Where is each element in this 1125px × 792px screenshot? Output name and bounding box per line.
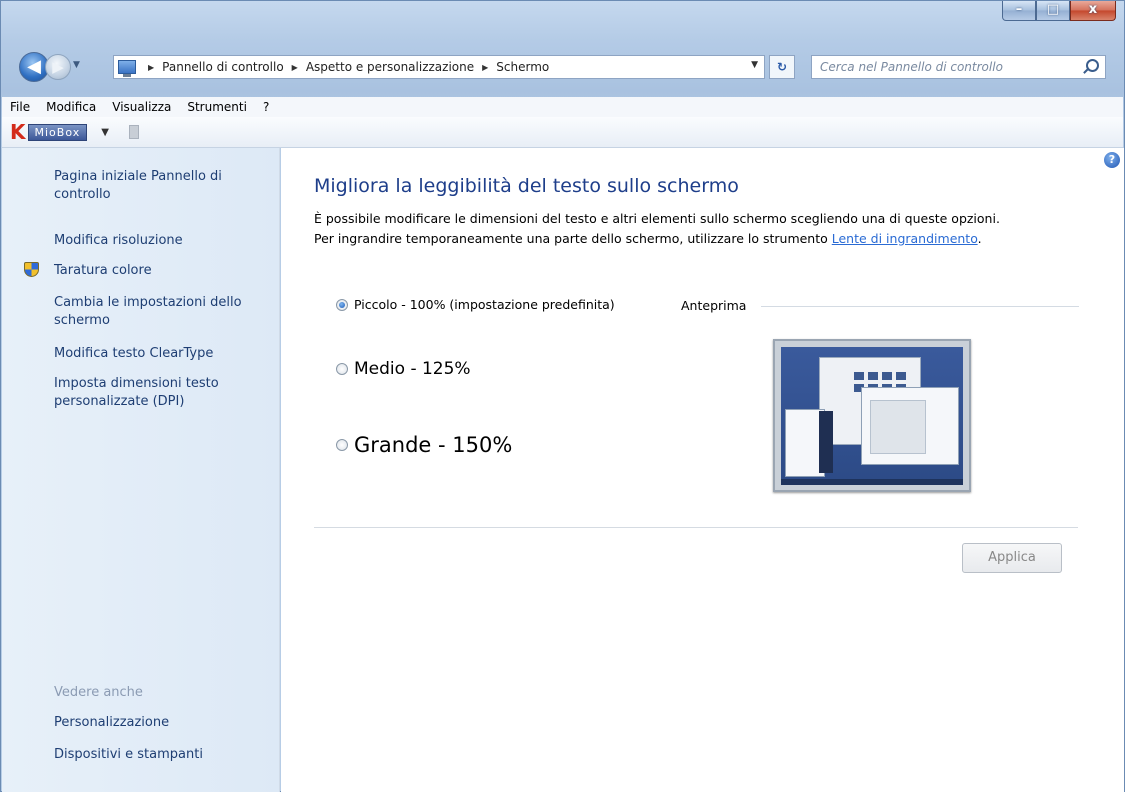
option-small-label: Piccolo - 100% (impostazione predefinita…	[354, 297, 615, 312]
toolbar-logo-icon[interactable]: K	[10, 122, 26, 142]
sidebar: Pagina iniziale Pannello di controllo Mo…	[2, 148, 280, 792]
menu-tools[interactable]: Strumenti	[179, 100, 255, 114]
address-bar[interactable]: ▶ Pannello di controllo ▶ Aspetto e pers…	[113, 55, 765, 79]
menu-view[interactable]: Visualizza	[104, 100, 179, 114]
sidebar-link-cleartype[interactable]: Modifica testo ClearType	[54, 345, 264, 363]
sidebar-link-custom-dpi[interactable]: Imposta dimensioni testo personalizzate …	[54, 375, 264, 411]
breadcrumb-control-panel[interactable]: Pannello di controllo	[162, 60, 284, 74]
option-medium-label: Medio - 125%	[354, 359, 471, 379]
window-controls: – □ x	[1002, 1, 1116, 21]
description-line-2-text: Per ingrandire temporaneamente una parte…	[314, 231, 832, 246]
document-icon[interactable]	[128, 125, 139, 139]
radio-large[interactable]	[336, 439, 348, 451]
option-large-label: Grande - 150%	[354, 433, 513, 457]
control-panel-icon	[118, 60, 136, 77]
preview-window	[861, 387, 959, 465]
magnifier-link[interactable]: Lente di ingrandimento	[832, 231, 978, 246]
toolbar: K MioBox ▼	[2, 117, 1123, 148]
description-line-2-end: .	[977, 231, 982, 246]
toolbar-brand-button[interactable]: MioBox	[27, 123, 88, 141]
breadcrumb-separator-icon[interactable]: ▶	[292, 63, 298, 72]
description-line-1: È possibile modificare le dimensioni del…	[314, 211, 1000, 226]
back-arrow-icon: ◀	[27, 56, 41, 77]
apply-button[interactable]: Applica	[962, 543, 1062, 573]
sidebar-link-devices-printers[interactable]: Dispositivi e stampanti	[54, 746, 264, 764]
refresh-button[interactable]: ↻	[769, 55, 795, 79]
help-icon[interactable]: ?	[1104, 152, 1120, 168]
breadcrumb-display[interactable]: Schermo	[496, 60, 549, 74]
toolbar-dropdown-icon[interactable]: ▼	[101, 127, 109, 138]
radio-medium[interactable]	[336, 363, 348, 375]
breadcrumb-separator-icon[interactable]: ▶	[148, 63, 154, 72]
address-dropdown-icon[interactable]: ▼	[751, 60, 758, 70]
radio-small[interactable]	[336, 298, 348, 311]
page-description: È possibile modificare le dimensioni del…	[314, 209, 1114, 249]
search-input[interactable]: Cerca nel Pannello di controllo	[811, 55, 1106, 79]
option-large[interactable]: Grande - 150%	[336, 433, 512, 457]
preview-start-menu-panel	[819, 411, 833, 473]
sidebar-link-calibrate-color[interactable]: Taratura colore	[54, 262, 264, 280]
menu-file[interactable]: File	[2, 100, 38, 114]
refresh-icon: ↻	[776, 60, 788, 74]
sidebar-link-control-panel-home[interactable]: Pagina iniziale Pannello di controllo	[54, 168, 264, 204]
menu-edit[interactable]: Modifica	[38, 100, 104, 114]
window: – □ x ◀ ▶ ▼ ▶ Pannello di controllo ▶ As…	[0, 0, 1125, 792]
forward-arrow-icon: ▶	[52, 58, 64, 76]
option-medium[interactable]: Medio - 125%	[336, 359, 471, 379]
see-also-heading: Vedere anche	[54, 685, 143, 700]
navigation-bar: ◀ ▶ ▼ ▶ Pannello di controllo ▶ Aspetto …	[19, 49, 1114, 85]
divider	[314, 527, 1078, 528]
menu-bar: File Modifica Visualizza Strumenti ?	[2, 97, 1123, 117]
preview-screen	[781, 347, 963, 485]
breadcrumb-appearance[interactable]: Aspetto e personalizzazione	[306, 60, 474, 74]
maximize-button[interactable]: □	[1036, 1, 1070, 21]
preview-taskbar	[781, 479, 963, 485]
breadcrumb-separator-icon[interactable]: ▶	[482, 63, 488, 72]
minimize-button[interactable]: –	[1002, 1, 1036, 21]
menu-help[interactable]: ?	[255, 100, 277, 114]
close-button[interactable]: x	[1070, 1, 1116, 21]
option-small[interactable]: Piccolo - 100% (impostazione predefinita…	[336, 297, 615, 312]
sidebar-link-change-display-settings[interactable]: Cambia le impostazioni dello schermo	[54, 294, 264, 330]
forward-button[interactable]: ▶	[45, 54, 71, 80]
sidebar-link-change-resolution[interactable]: Modifica risoluzione	[54, 232, 264, 250]
search-placeholder: Cerca nel Pannello di controllo	[820, 60, 1003, 74]
recent-pages-chevron-icon[interactable]: ▼	[73, 60, 80, 70]
search-icon[interactable]	[1086, 59, 1099, 72]
main-content: ? Migliora la leggibilità del testo sull…	[281, 148, 1124, 792]
description-line-2: Per ingrandire temporaneamente una parte…	[314, 229, 1114, 249]
preview-window-content	[870, 400, 926, 454]
preview-legend: Anteprima	[681, 298, 747, 313]
shield-icon	[24, 262, 39, 277]
preview-divider	[761, 306, 1079, 307]
sidebar-link-personalization[interactable]: Personalizzazione	[54, 714, 264, 732]
preview-image	[773, 339, 971, 492]
page-title: Migliora la leggibilità del testo sullo …	[314, 175, 739, 197]
